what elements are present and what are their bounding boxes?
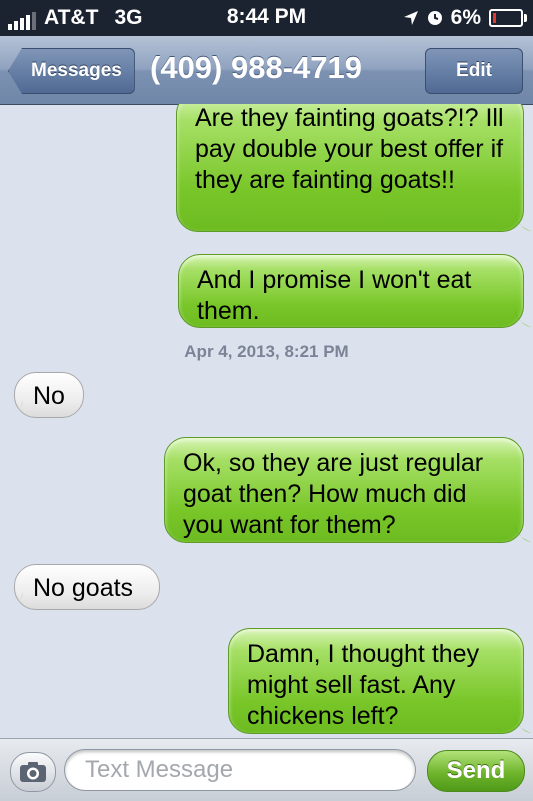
message-text: Damn, I thought they might sell fast. An…	[247, 640, 480, 730]
bubble-tail	[515, 524, 531, 542]
conversation[interactable]: Are they fainting goats?!? Ill pay doubl…	[0, 104, 533, 738]
outgoing-message[interactable]: Damn, I thought they might sell fast. An…	[228, 628, 531, 734]
message-text: Are they fainting goats?!? Ill pay doubl…	[195, 104, 504, 194]
outgoing-message[interactable]: And I promise I won't eat them.	[178, 254, 531, 328]
text-message-input[interactable]	[83, 750, 407, 790]
bubble-tail	[515, 213, 531, 231]
bubble-tail	[515, 715, 531, 733]
alarm-clock-icon	[427, 11, 442, 25]
status-right: 6%	[403, 6, 527, 30]
message-text: Ok, so they are just regular goat then? …	[183, 449, 484, 539]
incoming-message[interactable]: No	[7, 372, 84, 418]
send-button[interactable]: Send	[427, 750, 525, 792]
message-input-bar: Send	[0, 738, 533, 801]
edit-button[interactable]: Edit	[425, 48, 523, 94]
messages-back-button[interactable]: Messages	[8, 48, 135, 94]
message-timestamp: Apr 4, 2013, 8:21 PM	[184, 342, 349, 361]
battery-icon	[489, 9, 527, 27]
bubble-tail	[515, 309, 531, 327]
message-text: No goats	[33, 574, 134, 602]
location-arrow-icon	[403, 11, 418, 25]
text-message-field[interactable]	[64, 749, 416, 791]
message-text: No	[33, 382, 65, 410]
camera-icon	[20, 762, 46, 782]
outgoing-message[interactable]: Are they fainting goats?!? Ill pay doubl…	[176, 104, 531, 232]
status-bar: AT&T 3G 8:44 PM 6%	[0, 0, 533, 36]
incoming-message[interactable]: No goats	[7, 564, 160, 610]
camera-button[interactable]	[10, 752, 56, 792]
battery-percent: 6%	[450, 6, 481, 29]
message-text: And I promise I won't eat them.	[197, 266, 472, 325]
outgoing-message[interactable]: Ok, so they are just regular goat then? …	[164, 437, 531, 543]
bubble-tail	[7, 591, 23, 609]
bubble-tail	[7, 399, 23, 417]
contact-title: (409) 988-4719	[150, 50, 362, 85]
nav-bar: Messages (409) 988-4719 Edit	[0, 36, 533, 105]
